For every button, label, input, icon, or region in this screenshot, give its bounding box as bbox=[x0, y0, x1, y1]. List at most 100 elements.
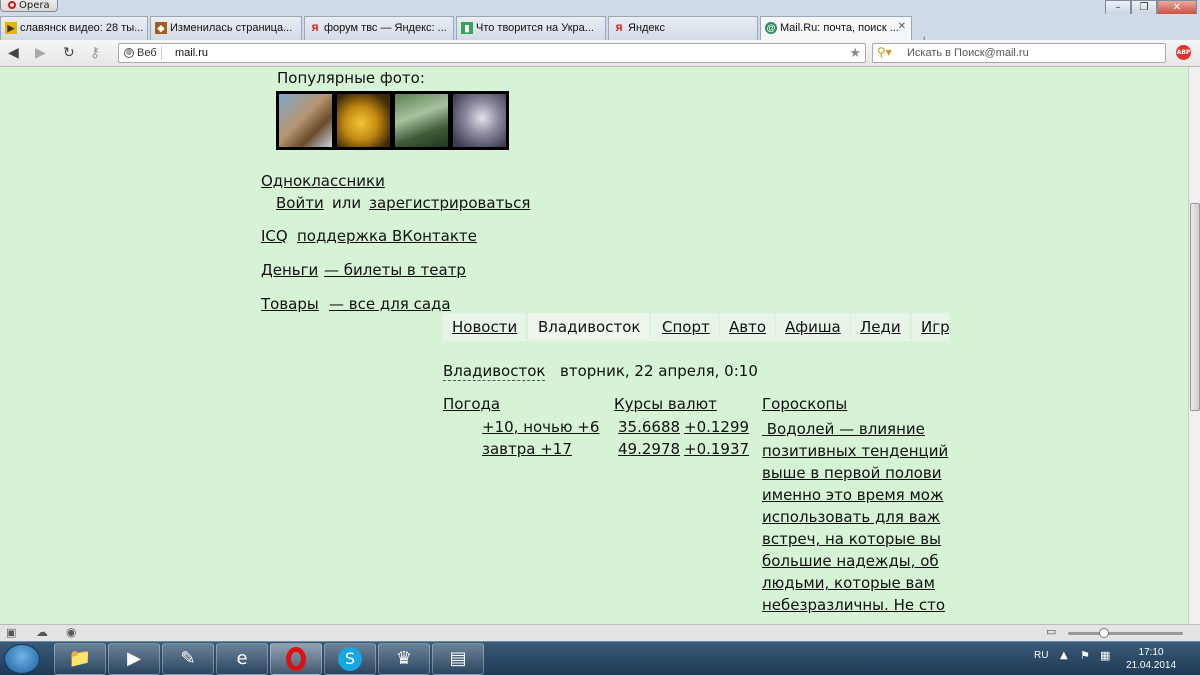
vertical-scrollbar[interactable] bbox=[1188, 67, 1200, 624]
yandex-icon: Я bbox=[615, 23, 623, 33]
tray-expand-icon[interactable]: ▲ bbox=[1060, 650, 1068, 661]
horoscope-line[interactable]: выше в первой полови bbox=[762, 462, 949, 484]
icq-link[interactable]: ICQ bbox=[261, 227, 288, 245]
news-tabs: Новости Владивосток Спорт Авто Афиша Лед… bbox=[443, 313, 949, 341]
horoscope-line[interactable]: большие надежды, об bbox=[762, 550, 949, 572]
tab-vladivostok[interactable]: Владивосток bbox=[529, 313, 652, 339]
tab-vladivostok-label[interactable]: Владивосток bbox=[538, 318, 640, 336]
horoscope-line[interactable]: использовать для важ bbox=[762, 506, 949, 528]
odnoklassniki-link[interactable]: Одноклассники bbox=[261, 172, 385, 190]
paint-icon[interactable]: ✎ bbox=[162, 643, 214, 675]
turbo-cloud-icon[interactable]: ☁ bbox=[36, 625, 48, 639]
reload-icon[interactable]: ↻ bbox=[63, 45, 75, 61]
key-icon[interactable]: ⚷ bbox=[90, 45, 100, 61]
tab-games-label[interactable]: Игр bbox=[921, 318, 949, 336]
weather-today[interactable]: +10, ночью +6 bbox=[482, 418, 599, 436]
taskbar-clock[interactable]: 17:10 21.04.2014 bbox=[1126, 646, 1176, 672]
horoscope-text[interactable]: Водолей — влияние позитивных тенденций в… bbox=[762, 418, 949, 616]
yandex-icon: Я bbox=[311, 23, 319, 33]
tab-auto[interactable]: Авто bbox=[720, 313, 778, 339]
tab-ukraine[interactable]: ▮ Что творится на Укра... bbox=[456, 16, 606, 40]
zoom-slider[interactable] bbox=[1068, 632, 1183, 635]
horoscope-line[interactable]: встреч, на которые вы bbox=[762, 528, 949, 550]
tab-games[interactable]: Игр bbox=[912, 313, 949, 339]
game-icon[interactable]: ♛ bbox=[378, 643, 430, 675]
adblock-icon[interactable]: ABP bbox=[1176, 45, 1191, 60]
horoscope-line[interactable]: Водолей — влияние bbox=[762, 418, 949, 440]
tab-afisha[interactable]: Афиша bbox=[776, 313, 852, 339]
garden-link[interactable]: — все для сада bbox=[329, 295, 451, 313]
tab-title: Mail.Ru: почта, поиск ... bbox=[780, 22, 899, 34]
windows-taskbar: 📁 ▶ ✎ e S ♛ ▤ RU ▲ ⚑ ▦ 17:10 21.04.2014 bbox=[0, 641, 1200, 675]
horoscope-line[interactable]: позитивных тенденций bbox=[762, 440, 949, 462]
weather-tomorrow[interactable]: завтра +17 bbox=[482, 440, 572, 458]
language-indicator[interactable]: RU bbox=[1034, 650, 1048, 661]
web-badge[interactable]: ◍ Веб bbox=[123, 46, 162, 60]
forum-icon: ▮ bbox=[461, 22, 473, 34]
usd-rate[interactable]: 35.6688 bbox=[618, 418, 680, 436]
start-button[interactable] bbox=[4, 644, 40, 674]
tab-title: Яндекс bbox=[628, 22, 665, 34]
address-field[interactable]: ◍ Веб mail.ru ★ bbox=[118, 43, 866, 63]
horoscope-line[interactable]: именно это время мож bbox=[762, 484, 949, 506]
horoscope-line[interactable]: людьми, которые вам bbox=[762, 572, 949, 594]
usd-change[interactable]: +0.1299 bbox=[684, 418, 749, 436]
network-icon[interactable]: ▦ bbox=[1100, 649, 1110, 662]
mailru-icon: @ bbox=[765, 22, 777, 34]
media-player-icon[interactable]: ▶ bbox=[108, 643, 160, 675]
tab-news[interactable]: Новости bbox=[443, 313, 529, 339]
close-tab-icon[interactable]: ✕ bbox=[898, 21, 906, 32]
panel-toggle-icon[interactable]: ▣ bbox=[6, 626, 16, 639]
scrollbar-thumb[interactable] bbox=[1190, 203, 1200, 411]
tab-auto-label[interactable]: Авто bbox=[729, 318, 766, 336]
vk-support-link[interactable]: поддержка ВКонтакте bbox=[297, 227, 477, 245]
photo-pine[interactable] bbox=[394, 93, 449, 148]
city-selector[interactable]: Владивосток bbox=[443, 362, 546, 381]
eur-change[interactable]: +0.1937 bbox=[684, 440, 749, 458]
skype-icon[interactable]: S bbox=[324, 643, 376, 675]
tab-news-label[interactable]: Новости bbox=[452, 318, 517, 336]
tab-yandex[interactable]: Я Яндекс bbox=[608, 16, 758, 40]
register-link[interactable]: зарегистрироваться bbox=[369, 194, 530, 212]
login-link[interactable]: Войти bbox=[276, 194, 324, 212]
tab-slavyansk-video[interactable]: ▶ славянск видео: 28 ты... bbox=[0, 16, 148, 40]
explorer-icon[interactable]: 📁 bbox=[54, 643, 106, 675]
forward-icon[interactable]: ▶ bbox=[35, 45, 46, 61]
bookmark-star-icon[interactable]: ★ bbox=[849, 45, 861, 61]
photo-swan[interactable] bbox=[452, 93, 507, 148]
tab-mailru[interactable]: @ Mail.Ru: почта, поиск ... ✕ bbox=[760, 16, 912, 41]
tab-forum-tvs[interactable]: Я форум твс — Яндекс: ... bbox=[304, 16, 454, 40]
zoom-slider-thumb[interactable] bbox=[1099, 628, 1109, 638]
tab-sport-label[interactable]: Спорт bbox=[662, 318, 710, 336]
speed-dial-icon[interactable]: ◉ bbox=[66, 625, 76, 639]
action-center-icon[interactable]: ⚑ bbox=[1080, 649, 1090, 662]
date-text: вторник, 22 апреля, 0:10 bbox=[560, 362, 758, 380]
back-icon[interactable]: ◀ bbox=[8, 45, 19, 61]
internet-explorer-icon[interactable]: e bbox=[216, 643, 268, 675]
goods-link[interactable]: Товары bbox=[261, 295, 319, 313]
horoscope-link[interactable]: Гороскопы bbox=[762, 395, 847, 413]
page-content: Популярные фото: Одноклассники Войти или… bbox=[0, 67, 1188, 624]
eur-rate[interactable]: 49.2978 bbox=[618, 440, 680, 458]
search-engine-icon[interactable]: ⚲▾ bbox=[877, 45, 892, 59]
document-icon[interactable]: ▤ bbox=[432, 643, 484, 675]
currency-link[interactable]: Курсы валют bbox=[614, 395, 717, 413]
horoscope-line[interactable]: небезразличны. Не сто bbox=[762, 594, 949, 616]
tab-afisha-label[interactable]: Афиша bbox=[785, 318, 841, 336]
photo-bird[interactable] bbox=[278, 93, 333, 148]
view-icon[interactable]: ▭ bbox=[1046, 625, 1056, 638]
search-field[interactable]: ⚲▾ Искать в Поиск@mail.ru bbox=[872, 43, 1166, 63]
opera-taskbar-icon[interactable] bbox=[270, 643, 322, 675]
theatre-tickets-link[interactable]: — билеты в театр bbox=[324, 261, 466, 279]
tab-sport[interactable]: Спорт bbox=[653, 313, 721, 339]
video-icon: ▶ bbox=[5, 22, 17, 34]
money-link[interactable]: Деньги bbox=[261, 261, 318, 279]
tab-title: Что творится на Укра... bbox=[476, 22, 594, 34]
tab-ladies[interactable]: Леди bbox=[851, 313, 912, 339]
photo-leaf[interactable] bbox=[336, 93, 391, 148]
opera-menu-button[interactable]: Opera bbox=[0, 0, 58, 12]
weather-link[interactable]: Погода bbox=[443, 395, 500, 413]
tab-ladies-label[interactable]: Леди bbox=[860, 318, 901, 336]
tab-page-changed[interactable]: ◆ Изменилась страница... bbox=[150, 16, 302, 40]
url-text[interactable]: mail.ru bbox=[175, 47, 208, 59]
